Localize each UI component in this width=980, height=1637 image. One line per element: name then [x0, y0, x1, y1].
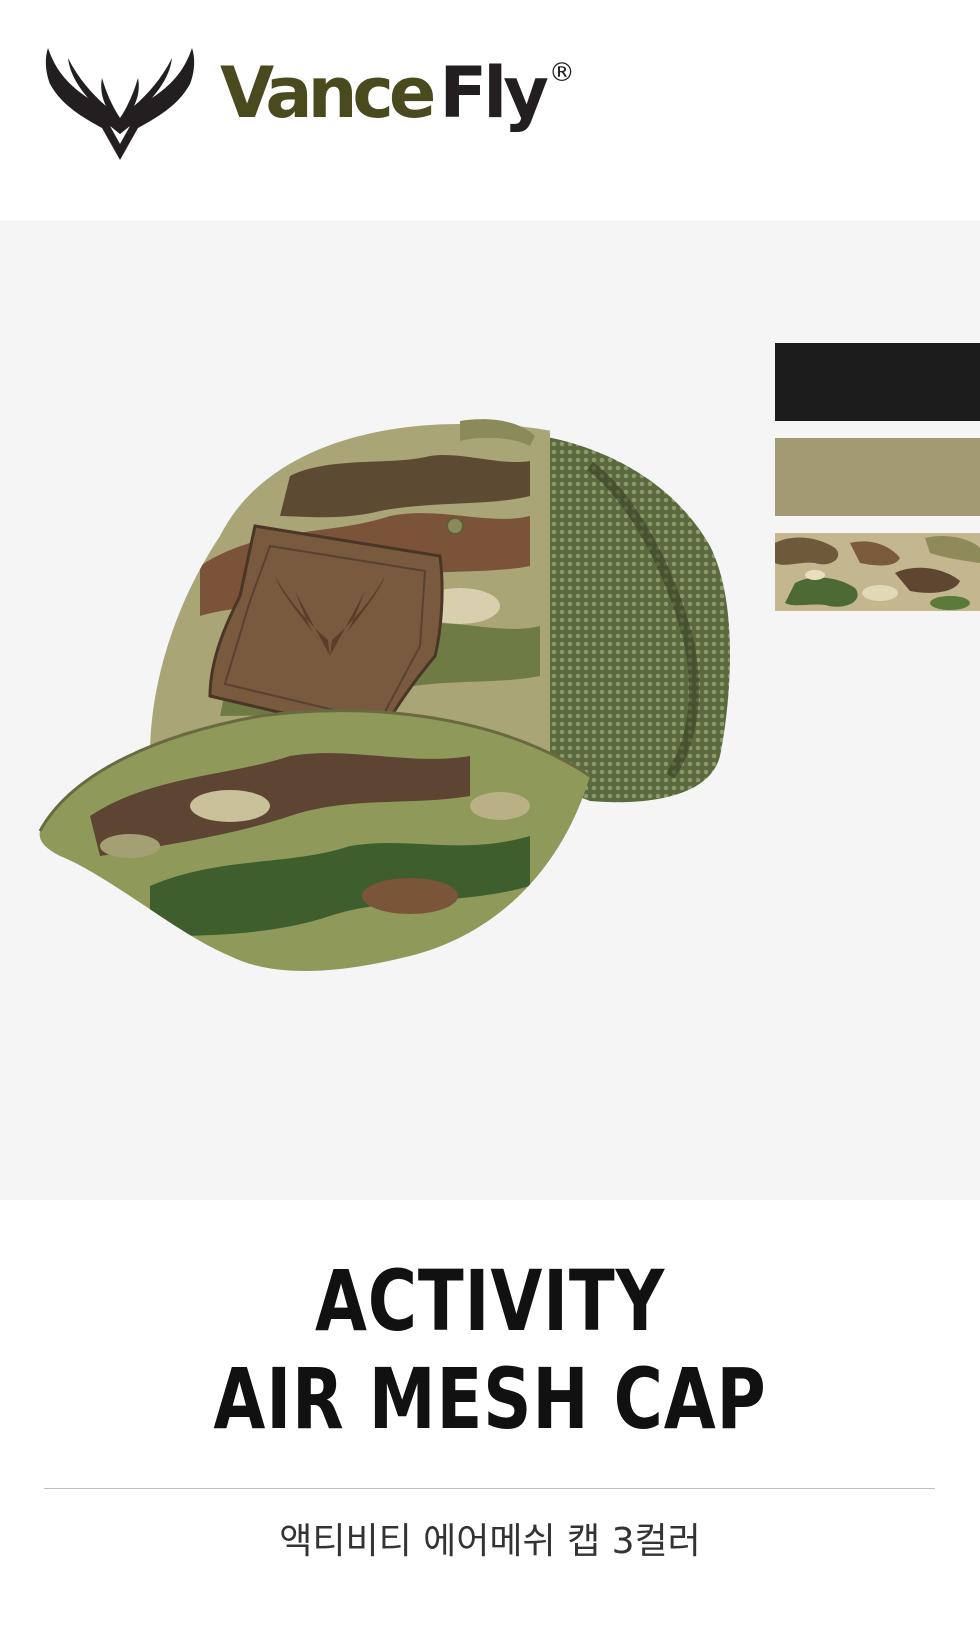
- product-title-line1: ACTIVITY: [314, 1252, 666, 1350]
- brand-wordmark[interactable]: Vance Fly ®: [220, 48, 575, 158]
- wings-logo-icon: [45, 48, 195, 160]
- brand-vance: Vance: [220, 52, 436, 134]
- registered-mark: ®: [548, 58, 575, 88]
- swatch-black[interactable]: [775, 343, 980, 421]
- divider: [44, 1488, 935, 1489]
- camo-pattern-icon: [775, 533, 980, 611]
- header: Vance Fly ®: [0, 0, 980, 221]
- brand-fly: Fly: [439, 52, 548, 134]
- product-subtitle: 액티비티 에어메쉬 캡 3컬러: [279, 1521, 701, 1562]
- swatch-multicam[interactable]: [775, 533, 980, 611]
- camo-mesh-cap-image: [38, 419, 730, 971]
- product-image-area: [0, 221, 980, 1200]
- swatch-khaki[interactable]: [775, 438, 980, 516]
- product-title: ACTIVITY AIR MESH CAP: [98, 1252, 882, 1448]
- product-title-line2: AIR MESH CAP: [213, 1350, 767, 1448]
